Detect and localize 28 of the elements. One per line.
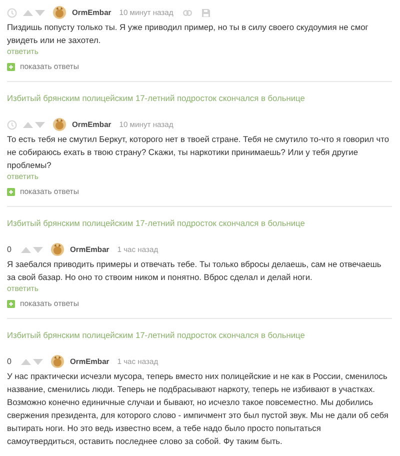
upvote-icon[interactable] (21, 358, 31, 364)
downvote-icon[interactable] (33, 246, 43, 252)
rating-count: 0 (7, 245, 12, 254)
downvote-icon[interactable] (35, 122, 45, 128)
comment-text: Я заебался приводить примеры и отвечать тебе. Ты только вбросы делаешь, сам не отвечаешь за свой базар. Но оно то ствоим ником и понятно. Вброс сделал и делай ноги. (7, 258, 382, 284)
expand-icon[interactable] (7, 188, 15, 196)
upvote-icon[interactable] (23, 10, 33, 16)
save-icon[interactable] (202, 8, 210, 16)
avatar-icon[interactable] (53, 118, 66, 131)
story-link[interactable]: Избитый брянским полицейским 17-летний подросток скончался в больнице (7, 93, 305, 103)
expand-icon[interactable] (7, 62, 15, 70)
upvote-icon[interactable] (23, 122, 33, 128)
clock-icon (7, 8, 17, 18)
clock-icon (7, 120, 17, 130)
comment-text: То есть тебя не смутил Беркут, которого нет в твоей стране. Тебя не смутило то-что я говорил что не собираюсь ехать в твою страну? Скажи, ты наркотики принимаешь? Или у тебя другие проблемы? (7, 133, 390, 172)
avatar-icon[interactable] (53, 6, 66, 19)
story-link[interactable]: Избитый брянским полицейским 17-летний подросток скончался в больнице (7, 330, 305, 340)
comment-text: Пиздишь попусту только ты. Я уже приводил пример, но ты в силу своего скудоумия не смог увидеть или не захотел. (7, 21, 370, 47)
avatar-icon[interactable] (51, 243, 64, 256)
expand-icon[interactable] (7, 300, 15, 308)
upvote-icon[interactable] (21, 246, 31, 252)
avatar-icon[interactable] (51, 355, 64, 368)
downvote-icon[interactable] (33, 358, 43, 364)
downvote-icon[interactable] (35, 10, 45, 16)
rating-count: 0 (7, 357, 12, 366)
link-icon[interactable] (183, 10, 192, 16)
comment-text: У нас практически исчезли мусора, теперь вместо них полицейские и не как в России, сменилось название, сменились люди. Теперь не подбрасывают наркоту, теперь не избивают в участках. Возможно конечно единичные случаи и бывают, но исчезло такое повсеместно. Мы добились свержения президента, для которого слово - импичмент это был пустой звук. Мы не дали об себя вытирать ноги. Но это ведь известно всем, а тебе надо было просто попытаться самоутвердиться, оставить последнее слово за собой. Фу таким быть. (7, 370, 390, 448)
story-link[interactable]: Избитый брянским полицейским 17-летний подросток скончался в больнице (7, 218, 305, 228)
